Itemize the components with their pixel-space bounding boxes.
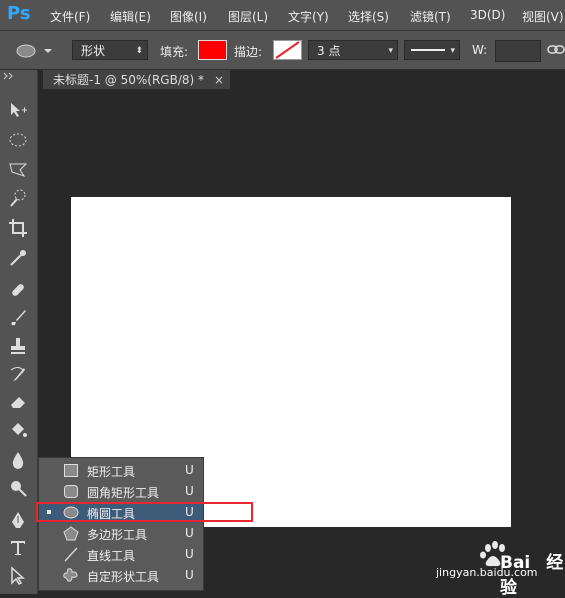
blur-tool-icon[interactable] xyxy=(8,450,28,470)
flyout-item-rounded-rectangle[interactable]: 圆角矩形工具 U xyxy=(39,481,203,502)
rounded-rectangle-icon xyxy=(64,485,78,498)
chevron-down-icon: ▾ xyxy=(450,46,455,56)
menu-select[interactable]: 选择(S) xyxy=(348,8,389,25)
flyout-item-label: 多边形工具 xyxy=(87,528,148,542)
dodge-tool-icon[interactable] xyxy=(8,478,28,498)
collapse-panel-icon[interactable] xyxy=(3,72,15,80)
flyout-item-label: 矩形工具 xyxy=(87,465,136,479)
move-tool-icon[interactable] xyxy=(8,100,28,120)
stroke-width-value: 3 点 xyxy=(317,44,341,58)
flyout-item-polygon[interactable]: 多边形工具 U xyxy=(39,523,203,544)
link-icon[interactable] xyxy=(547,44,565,56)
brush-tool-icon[interactable] xyxy=(8,308,28,328)
annotation-highlight-box xyxy=(36,502,253,522)
flyout-item-rectangle[interactable]: 矩形工具 U xyxy=(39,460,203,481)
stroke-type-select[interactable]: ▾ xyxy=(404,40,460,60)
solid-line-icon xyxy=(411,49,445,51)
rectangle-icon xyxy=(64,464,78,477)
menu-file[interactable]: 文件(F) xyxy=(50,8,90,25)
custom-shape-icon xyxy=(63,568,78,582)
flyout-item-label: 圆角矩形工具 xyxy=(87,486,160,500)
paint-bucket-tool-icon[interactable] xyxy=(8,420,28,440)
flyout-item-label: 自定形状工具 xyxy=(87,570,160,584)
menu-3d[interactable]: 3D(D) xyxy=(470,8,505,22)
menu-image[interactable]: 图像(I) xyxy=(170,8,207,25)
menu-bar: Ps 文件(F) 编辑(E) 图像(I) 图层(L) 文字(Y) 选择(S) 滤… xyxy=(0,0,565,31)
photoshop-logo: Ps xyxy=(7,3,31,24)
menu-filter[interactable]: 滤镜(T) xyxy=(410,8,451,25)
chevron-down-icon: ▾ xyxy=(388,46,393,56)
stroke-width-field[interactable]: 3 点 ▾ xyxy=(308,40,398,60)
fill-label: 填充: xyxy=(160,45,189,59)
stroke-color-swatch[interactable] xyxy=(273,40,302,60)
ellipse-tool-preset-icon[interactable] xyxy=(14,42,54,60)
pen-tool-icon[interactable] xyxy=(8,510,28,530)
tool-mode-select[interactable]: 形状 ⬍ xyxy=(72,40,148,60)
crop-tool-icon[interactable] xyxy=(8,218,28,238)
marquee-tool-icon[interactable] xyxy=(8,130,28,150)
clone-stamp-tool-icon[interactable] xyxy=(8,336,28,356)
shortcut-key: U xyxy=(185,547,194,561)
menu-layer[interactable]: 图层(L) xyxy=(228,8,268,25)
fill-color-swatch[interactable] xyxy=(198,40,227,60)
lasso-tool-icon[interactable] xyxy=(8,160,28,180)
width-input[interactable] xyxy=(495,40,541,62)
shortcut-key: U xyxy=(185,526,194,540)
flyout-item-custom-shape[interactable]: 自定形状工具 U xyxy=(39,565,203,586)
stroke-label: 描边: xyxy=(234,45,263,59)
menu-edit[interactable]: 编辑(E) xyxy=(110,8,151,25)
document-title: 未标题-1 @ 50%(RGB/8) * xyxy=(53,73,204,87)
width-label: W: xyxy=(472,43,488,57)
healing-brush-tool-icon[interactable] xyxy=(8,280,28,300)
eyedropper-tool-icon[interactable] xyxy=(8,248,28,268)
line-icon xyxy=(64,547,78,562)
shortcut-key: U xyxy=(185,484,194,498)
menu-type[interactable]: 文字(Y) xyxy=(288,8,329,25)
options-bar: 形状 ⬍ 填充: 描边: 3 点 ▾ ▾ W: xyxy=(0,31,565,70)
shortcut-key: U xyxy=(185,463,194,477)
quick-selection-tool-icon[interactable] xyxy=(8,188,28,208)
document-tab[interactable]: 未标题-1 @ 50%(RGB/8) * × xyxy=(43,70,230,90)
no-stroke-slash-icon xyxy=(275,41,300,59)
tool-mode-value: 形状 xyxy=(81,44,106,58)
polygon-icon xyxy=(63,526,79,541)
flyout-item-label: 直线工具 xyxy=(87,549,136,563)
menu-view[interactable]: 视图(V) xyxy=(522,8,564,25)
watermark-url: jingyan.baidu.com xyxy=(436,566,538,579)
close-icon[interactable]: × xyxy=(214,70,224,90)
path-selection-tool-icon[interactable] xyxy=(8,566,28,586)
flyout-item-line[interactable]: 直线工具 U xyxy=(39,544,203,565)
shortcut-key: U xyxy=(185,568,194,582)
eraser-tool-icon[interactable] xyxy=(8,392,28,412)
shape-tool-flyout: 矩形工具 U 圆角矩形工具 U 椭圆工具 U 多边形工具 U 直线工具 U 自定… xyxy=(38,457,204,591)
type-tool-icon[interactable] xyxy=(8,538,28,558)
chevron-down-icon: ⬍ xyxy=(135,46,143,56)
tools-panel xyxy=(0,70,38,594)
history-brush-tool-icon[interactable] xyxy=(8,364,28,384)
